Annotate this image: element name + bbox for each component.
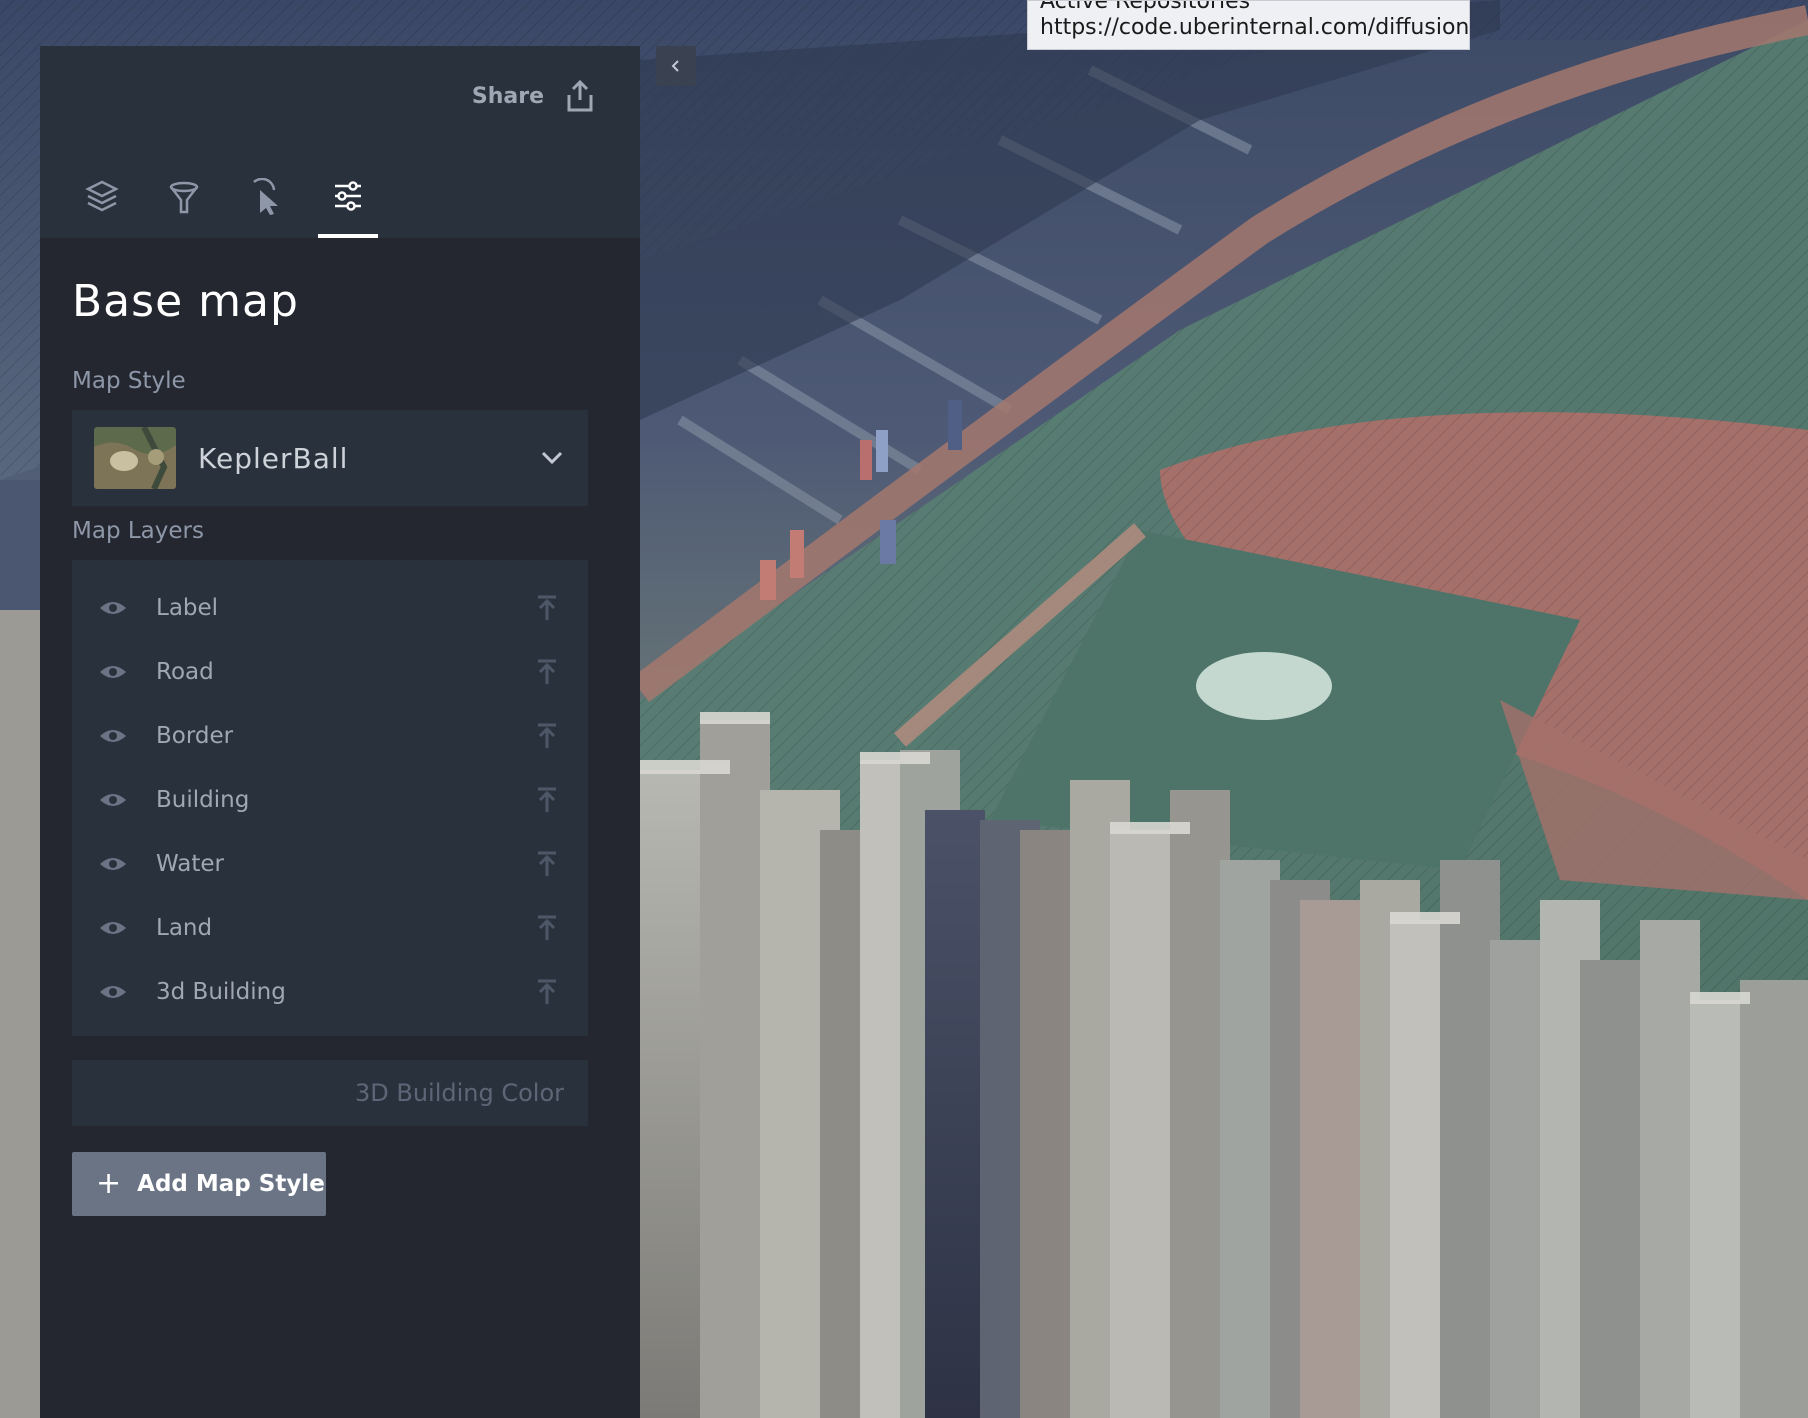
- eye-icon[interactable]: [98, 598, 128, 618]
- eye-icon[interactable]: [98, 726, 128, 746]
- share-label: Share: [471, 83, 544, 109]
- layer-row-building: Building: [72, 768, 588, 832]
- panel-tabs: [72, 176, 378, 238]
- filter-icon: [169, 181, 199, 214]
- map-style-select[interactable]: KeplerBall: [72, 410, 588, 506]
- tooltip-title: Active Repositories: [1040, 0, 1251, 14]
- eye-icon[interactable]: [98, 790, 128, 810]
- tab-basemap[interactable]: [318, 176, 378, 238]
- layer-label: Building: [156, 787, 250, 813]
- sliders-icon: [335, 181, 361, 211]
- move-to-top-icon[interactable]: [536, 658, 558, 686]
- layer-row-border: Border: [72, 704, 588, 768]
- layer-row-road: Road: [72, 640, 588, 704]
- chevron-left-icon: [671, 60, 679, 72]
- layer-row-land: Land: [72, 896, 588, 960]
- move-to-top-icon[interactable]: [536, 594, 558, 622]
- chevron-down-icon: [541, 451, 563, 465]
- map-style-value: KeplerBall: [198, 441, 349, 475]
- layer-row-3d-building: 3d Building: [72, 960, 588, 1024]
- eye-icon[interactable]: [98, 662, 128, 682]
- layer-label: Label: [156, 595, 219, 621]
- tooltip-url: https://code.uberinternal.com/diffusion/: [1040, 15, 1470, 40]
- side-panel: Share Base map Map Style KeplerBall Map …: [40, 46, 640, 1418]
- move-to-top-icon[interactable]: [536, 850, 558, 878]
- panel-header: Share: [40, 46, 640, 238]
- add-map-style-button[interactable]: + Add Map Style: [72, 1152, 326, 1216]
- app-root: Active Repositories https://code.uberint…: [0, 0, 1808, 1418]
- share-button[interactable]: Share: [472, 78, 596, 114]
- move-to-top-icon[interactable]: [536, 786, 558, 814]
- share-icon: [567, 79, 593, 112]
- layer-label: Border: [156, 723, 234, 749]
- layer-label: Water: [156, 851, 224, 877]
- eye-icon[interactable]: [98, 854, 128, 874]
- eye-icon[interactable]: [98, 918, 128, 938]
- eye-icon[interactable]: [98, 982, 128, 1002]
- map-style-thumbnail: [94, 427, 176, 489]
- layer-row-label: Label: [72, 576, 588, 640]
- panel-title: Base map: [72, 276, 299, 327]
- layers-icon: [85, 180, 119, 212]
- 3d-building-color-label: 3D Building Color: [354, 1079, 564, 1107]
- hover-tooltip: Active Repositories https://code.uberint…: [1027, 0, 1470, 50]
- tab-layers[interactable]: [72, 176, 132, 238]
- layer-label: Road: [156, 659, 214, 685]
- layer-label: 3d Building: [156, 979, 286, 1005]
- move-to-top-icon[interactable]: [536, 914, 558, 942]
- move-to-top-icon[interactable]: [536, 978, 558, 1006]
- plus-icon: +: [96, 1166, 122, 1201]
- add-map-style-label: Add Map Style: [137, 1171, 325, 1197]
- layer-label: Land: [156, 915, 213, 941]
- tab-interactions[interactable]: [236, 176, 296, 238]
- layer-row-water: Water: [72, 832, 588, 896]
- tab-filters[interactable]: [154, 176, 214, 238]
- map-style-label: Map Style: [72, 368, 186, 394]
- cursor-icon: [253, 178, 278, 215]
- collapse-panel-button[interactable]: [656, 46, 696, 86]
- map-layers-label: Map Layers: [72, 518, 204, 544]
- map-layers-list: Label Road Border Building Water Land 3d…: [72, 560, 588, 1036]
- 3d-building-color-picker[interactable]: 3D Building Color: [72, 1060, 588, 1126]
- move-to-top-icon[interactable]: [536, 722, 558, 750]
